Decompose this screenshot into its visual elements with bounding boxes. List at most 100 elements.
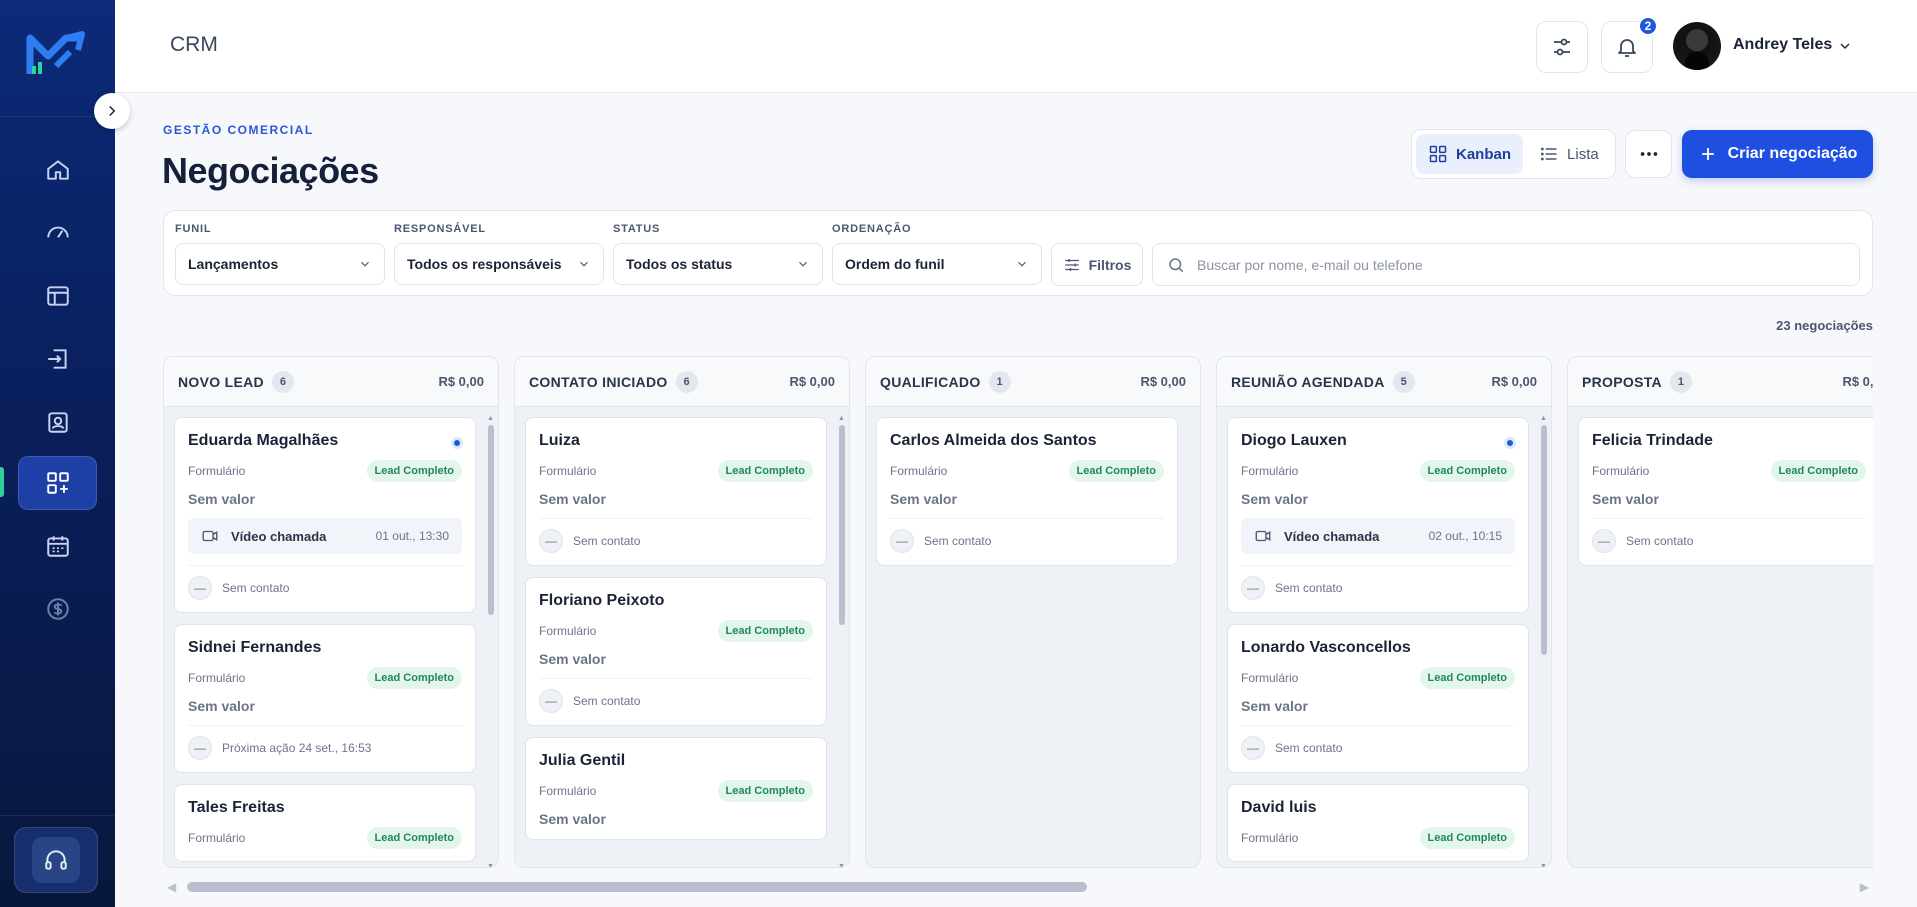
filter-sliders-icon xyxy=(1064,258,1079,271)
deal-meta: Formulário Lead Completo xyxy=(539,620,813,642)
column-body: Eduarda Magalhães Formulário Lead Completo… xyxy=(174,417,476,867)
vertical-scrollbar[interactable]: ▲ ▼ xyxy=(838,415,846,867)
sidebar-item-deals[interactable] xyxy=(18,456,97,510)
deal-card[interactable]: Eduarda Magalhães Formulário Lead Completo… xyxy=(174,417,476,613)
deal-card[interactable]: Tales Freitas Formulário Lead Completo xyxy=(174,784,476,862)
view-list-button[interactable]: Lista xyxy=(1527,134,1611,174)
scroll-left-icon[interactable]: ◀ xyxy=(167,880,176,894)
scrollbar-thumb[interactable] xyxy=(488,425,494,615)
deal-name: Diogo Lauxen xyxy=(1241,432,1347,449)
deal-card[interactable]: Diogo Lauxen Formulário Lead Completo Sem v… xyxy=(1227,417,1529,613)
scroll-up-icon[interactable]: ▲ xyxy=(487,415,494,422)
sidebar-item-layout[interactable] xyxy=(18,269,97,323)
deal-card[interactable]: Lonardo Vasconcellos Formulário Lead Compl… xyxy=(1227,624,1529,773)
headset-icon xyxy=(45,850,67,870)
deal-card[interactable]: Luiza Formulário Lead Completo Sem valor — Se… xyxy=(525,417,827,566)
contact-text: Sem contato xyxy=(1275,741,1343,755)
sidebar-item-import[interactable] xyxy=(18,332,97,386)
user-name[interactable]: Andrey Teles xyxy=(1733,36,1832,54)
status-select[interactable]: Todos os status xyxy=(613,243,823,285)
expand-sidebar-button[interactable] xyxy=(94,93,130,129)
column-body: Carlos Almeida dos Santos Formulário Lead … xyxy=(876,417,1178,577)
deal-card[interactable]: Floriano Peixoto Formulário Lead Completo S… xyxy=(525,577,827,726)
deal-name: Eduarda Magalhães xyxy=(188,432,339,449)
scrollbar-thumb[interactable] xyxy=(187,882,1087,892)
more-horizontal-icon xyxy=(1640,152,1657,156)
vertical-scrollbar[interactable]: ▲ ▼ xyxy=(1540,415,1548,867)
status-badge: Lead Completo xyxy=(717,460,813,482)
deal-meta: Formulário Lead Completo xyxy=(1592,460,1866,482)
sidebar-item-dashboard[interactable] xyxy=(18,206,97,260)
more-options-button[interactable] xyxy=(1625,130,1672,178)
status-badge: Lead Completo xyxy=(1419,667,1515,689)
horizontal-scrollbar[interactable]: ◀ ▶ xyxy=(163,880,1873,894)
ordenacao-select[interactable]: Ordem do funil xyxy=(832,243,1042,285)
view-kanban-button[interactable]: Kanban xyxy=(1416,134,1524,174)
deal-source: Formulário xyxy=(539,464,597,478)
search-input[interactable] xyxy=(1197,256,1845,273)
video-camera-icon xyxy=(1255,530,1271,542)
filter-funil: FUNIL Lançamentos xyxy=(175,223,385,285)
deal-meta: Formulário Lead Completo xyxy=(539,780,813,802)
scroll-up-icon[interactable]: ▲ xyxy=(838,415,845,422)
scroll-down-icon[interactable]: ▼ xyxy=(487,863,494,867)
calendar-icon xyxy=(46,536,69,557)
notifications-button[interactable]: 2 xyxy=(1601,16,1658,73)
sidebar-item-contacts[interactable] xyxy=(18,395,97,449)
deal-card[interactable]: David luis Formulário Lead Completo xyxy=(1227,784,1529,862)
select-value: Ordem do funil xyxy=(845,256,945,272)
deal-source: Formulário xyxy=(539,784,597,798)
scrollbar-thumb[interactable] xyxy=(1541,425,1547,655)
create-deal-label: Criar negociação xyxy=(1727,145,1858,162)
vertical-scrollbar[interactable]: ▲ ▼ xyxy=(487,415,495,867)
filters-button[interactable]: Filtros xyxy=(1051,243,1143,286)
deal-meta: Formulário Lead Completo xyxy=(1241,460,1515,482)
scroll-up-icon[interactable]: ▲ xyxy=(1540,415,1547,422)
chevron-down-icon xyxy=(1018,261,1026,267)
activity-time: 01 out., 13:30 xyxy=(375,529,449,543)
responsavel-select[interactable]: Todos os responsáveis xyxy=(394,243,604,285)
status-badge: Lead Completo xyxy=(366,827,462,849)
scroll-right-icon[interactable]: ▶ xyxy=(1860,880,1869,894)
contact-text: Sem contato xyxy=(1626,534,1694,548)
column-count: 1 xyxy=(988,370,1011,393)
sidebar-item-home[interactable] xyxy=(18,143,97,197)
minus-circle-icon: — xyxy=(890,529,914,553)
kanban-board: NOVO LEAD 6 R$ 0,00 Eduarda Magalhães Formul… xyxy=(163,356,1873,868)
gauge-icon xyxy=(46,226,69,238)
deal-name: Tales Freitas xyxy=(188,799,285,816)
status-badge: Lead Completo xyxy=(717,780,813,802)
deal-source: Formulário xyxy=(188,464,246,478)
scroll-down-icon[interactable]: ▼ xyxy=(1540,863,1547,867)
create-deal-button[interactable]: Criar negociação xyxy=(1682,130,1873,178)
sidebar-item-finance[interactable] xyxy=(18,582,97,636)
deal-card[interactable]: Carlos Almeida dos Santos Formulário Lead … xyxy=(876,417,1178,566)
deal-card[interactable]: Felicia Trindade Formulário Lead Completo S… xyxy=(1578,417,1873,566)
scheduled-activity[interactable]: Vídeo chamada 02 out., 10:15 xyxy=(1241,518,1515,554)
column-title: QUALIFICADO xyxy=(880,373,981,390)
layout-icon xyxy=(46,286,69,306)
contact-card-icon xyxy=(47,412,68,433)
settings-sliders-button[interactable] xyxy=(1536,21,1588,73)
status-badge: Lead Completo xyxy=(717,620,813,642)
sidebar-item-calendar[interactable] xyxy=(18,519,97,573)
support-button[interactable] xyxy=(14,827,98,893)
filter-label: RESPONSÁVEL xyxy=(394,223,486,235)
scrollbar-thumb[interactable] xyxy=(839,425,845,625)
filter-label: ORDENAÇÃO xyxy=(832,223,912,235)
scroll-down-icon[interactable]: ▼ xyxy=(838,863,845,867)
deals-count: 23 negociações xyxy=(1776,318,1873,333)
deal-name: Felicia Trindade xyxy=(1592,432,1713,449)
grid-icon xyxy=(1429,145,1447,163)
deal-name: Sidnei Fernandes xyxy=(188,639,322,656)
deal-card[interactable]: Sidnei Fernandes Formulário Lead Completo S… xyxy=(174,624,476,773)
deal-card[interactable]: Julia Gentil Formulário Lead Completo Sem v… xyxy=(525,737,827,840)
column-header: QUALIFICADO 1 R$ 0,00 xyxy=(866,357,1200,407)
chevron-down-icon[interactable] xyxy=(1837,38,1853,54)
filter-status: STATUS Todos os status xyxy=(613,223,823,285)
scheduled-activity[interactable]: Vídeo chamada 01 out., 13:30 xyxy=(188,518,462,554)
funil-select[interactable]: Lançamentos xyxy=(175,243,385,285)
deal-meta: Formulário Lead Completo xyxy=(539,460,813,482)
avatar[interactable] xyxy=(1673,22,1721,70)
minus-circle-icon: — xyxy=(539,689,563,713)
